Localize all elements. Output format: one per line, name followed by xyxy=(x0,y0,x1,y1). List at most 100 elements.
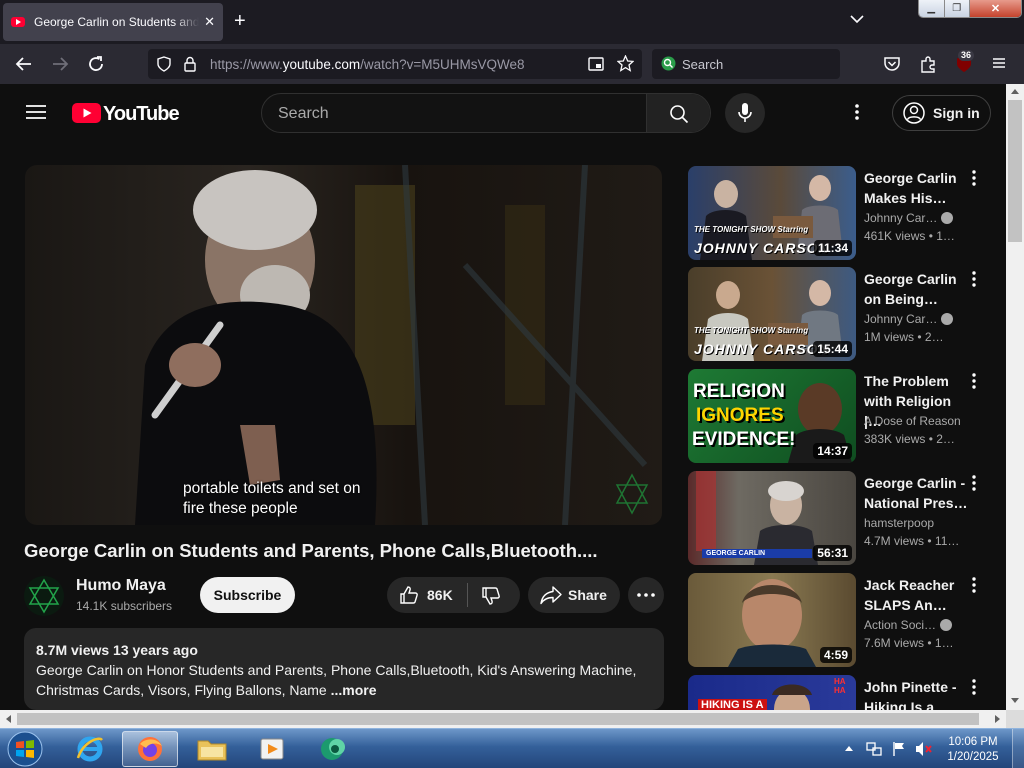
video-thumbnail[interactable]: HIKING IS A HA HA xyxy=(688,675,856,710)
recommended-channel[interactable]: Johnny Car… xyxy=(864,211,974,225)
recommended-title[interactable]: George Carlin on Being… xyxy=(864,269,968,309)
show-hidden-icons-icon[interactable] xyxy=(845,745,853,751)
pocket-icon[interactable] xyxy=(883,55,901,73)
youtube-search-input[interactable]: Search xyxy=(261,93,711,133)
browser-search-box[interactable]: Search xyxy=(652,49,840,79)
volume-muted-icon[interactable] xyxy=(915,741,933,757)
picture-in-picture-icon[interactable] xyxy=(588,56,604,72)
youtube-logo-icon[interactable] xyxy=(72,103,101,123)
age-label: • 11… xyxy=(927,534,960,548)
close-window-button[interactable]: ✕ xyxy=(970,0,1021,17)
lock-icon[interactable] xyxy=(183,56,197,72)
recommended-video[interactable]: THE TONIGHT SHOW Starring JOHNNY CARSON … xyxy=(688,267,988,363)
action-menu-icon[interactable] xyxy=(972,170,976,186)
recommended-title[interactable]: George Carlin Makes His… xyxy=(864,168,968,208)
bookmark-star-icon[interactable] xyxy=(617,55,634,72)
recommended-channel[interactable]: Action Soci… xyxy=(864,618,974,632)
taskbar-media-player[interactable] xyxy=(244,731,300,767)
scroll-right-arrow-icon[interactable] xyxy=(995,715,1001,723)
address-bar[interactable]: https://www.youtube.com/watch?v=M5UHMsVQ… xyxy=(148,49,642,79)
start-orb-icon[interactable] xyxy=(5,730,45,768)
horizontal-scroll-thumb[interactable] xyxy=(17,713,979,725)
sign-in-button[interactable]: Sign in xyxy=(892,95,991,131)
verified-check-icon xyxy=(941,212,954,224)
age-label: • 1… xyxy=(928,229,955,243)
more-actions-button[interactable] xyxy=(628,577,664,613)
recommended-video[interactable]: THE TONIGHT SHOW Starring JOHNNY CARSON … xyxy=(688,166,988,262)
youtube-search-button[interactable] xyxy=(646,94,710,132)
account-circle-icon xyxy=(903,102,925,124)
video-thumbnail[interactable]: 4:59 xyxy=(688,573,856,667)
video-thumbnail[interactable]: THE TONIGHT SHOW Starring JOHNNY CARSON … xyxy=(688,166,856,260)
video-player[interactable]: portable toilets and set on fire these p… xyxy=(25,165,662,525)
channel-name[interactable]: Humo Maya xyxy=(76,577,166,595)
action-menu-icon[interactable] xyxy=(972,475,976,491)
extensions-puzzle-icon[interactable] xyxy=(919,55,937,73)
new-tab-button[interactable]: + xyxy=(234,10,246,32)
scroll-down-arrow-icon[interactable] xyxy=(1011,698,1019,704)
maximize-button[interactable]: ❐ xyxy=(944,0,971,17)
tab-close-button[interactable]: ✕ xyxy=(204,14,215,30)
action-menu-icon[interactable] xyxy=(972,271,976,287)
recommended-views: 1M views • 2… xyxy=(864,330,974,344)
firefox-icon xyxy=(138,737,162,761)
show-more-link[interactable]: ...more xyxy=(331,682,377,698)
recommended-video[interactable]: RELIGION IGNORES EVIDENCE! 14:37 The Pro… xyxy=(688,369,988,465)
channel-avatar[interactable] xyxy=(24,576,64,616)
description-body: George Carlin on Honor Students and Pare… xyxy=(36,660,652,700)
shield-icon[interactable] xyxy=(156,56,172,72)
channel-label: Action Soci… xyxy=(864,618,937,632)
taskbar-internet-explorer[interactable] xyxy=(62,731,118,767)
reload-icon[interactable] xyxy=(87,55,105,73)
recommended-channel[interactable]: A Dose of Reason xyxy=(864,414,974,428)
video-duration: 56:31 xyxy=(813,545,852,561)
tab-title: George Carlin on Students and Parents, P… xyxy=(34,15,199,29)
action-menu-icon[interactable] xyxy=(972,679,976,695)
subscribe-button[interactable]: Subscribe xyxy=(200,577,295,613)
like-thumb-icon[interactable] xyxy=(399,585,419,605)
recommended-views: 4.7M views • 11… xyxy=(864,534,974,548)
recommended-video[interactable]: HIKING IS A HA HA John Pinette - Hiking … xyxy=(688,675,988,710)
minimize-button[interactable]: ▁ xyxy=(919,0,945,17)
dislike-thumb-icon[interactable] xyxy=(481,586,501,606)
like-count[interactable]: 86K xyxy=(427,587,453,603)
network-icon[interactable] xyxy=(866,741,882,757)
sign-in-label: Sign in xyxy=(933,105,980,121)
recommended-channel[interactable]: hamsterpoop xyxy=(864,516,974,530)
voice-search-button[interactable] xyxy=(725,93,765,133)
recommended-title[interactable]: John Pinette - Hiking Is a Wa… xyxy=(864,677,968,710)
taskbar-file-explorer[interactable] xyxy=(184,731,240,767)
forward-arrow-icon[interactable] xyxy=(51,55,69,73)
recommended-title[interactable]: Jack Reacher SLAPS An… xyxy=(864,575,968,615)
browser-tab[interactable]: George Carlin on Students and Parents, P… xyxy=(3,3,223,41)
action-center-flag-icon[interactable] xyxy=(892,741,906,757)
horizontal-scrollbar[interactable] xyxy=(0,710,1006,728)
video-thumbnail[interactable]: THE TONIGHT SHOW Starring JOHNNY CARSON … xyxy=(688,267,856,361)
guide-menu-icon[interactable] xyxy=(26,104,46,120)
recommended-video[interactable]: 4:59 Jack Reacher SLAPS An… Action Soci…… xyxy=(688,573,988,669)
scroll-up-arrow-icon[interactable] xyxy=(1011,88,1019,94)
share-button[interactable]: Share xyxy=(528,577,620,613)
system-clock[interactable]: 10:06 PM 1/20/2025 xyxy=(940,735,1006,765)
video-thumbnail[interactable]: RELIGION IGNORES EVIDENCE! 14:37 xyxy=(688,369,856,463)
list-all-tabs-icon[interactable] xyxy=(850,14,864,24)
back-arrow-icon[interactable] xyxy=(15,55,33,73)
vertical-scroll-thumb[interactable] xyxy=(1008,100,1022,242)
taskbar-app[interactable] xyxy=(306,731,362,767)
show-desktop-button[interactable] xyxy=(1012,729,1024,768)
vertical-scrollbar[interactable] xyxy=(1006,84,1024,710)
search-engine-icon xyxy=(661,56,676,71)
recommended-channel[interactable]: Johnny Car… xyxy=(864,312,974,326)
hamburger-menu-icon[interactable] xyxy=(991,55,1007,71)
scroll-left-arrow-icon[interactable] xyxy=(5,715,11,723)
settings-kebab-icon[interactable] xyxy=(855,103,859,121)
video-description[interactable]: 8.7M views 13 years ago George Carlin on… xyxy=(24,628,664,710)
youtube-logo-text[interactable]: YouTube xyxy=(103,103,180,126)
action-menu-icon[interactable] xyxy=(972,373,976,389)
video-thumbnail[interactable]: GEORGE CARLIN 56:31 xyxy=(688,471,856,565)
taskbar-firefox[interactable] xyxy=(122,731,178,767)
action-menu-icon[interactable] xyxy=(972,577,976,593)
recommended-title[interactable]: George Carlin - National Pres… xyxy=(864,473,968,513)
verified-check-icon xyxy=(941,313,954,325)
recommended-video[interactable]: GEORGE CARLIN 56:31 George Carlin - Nati… xyxy=(688,471,988,567)
